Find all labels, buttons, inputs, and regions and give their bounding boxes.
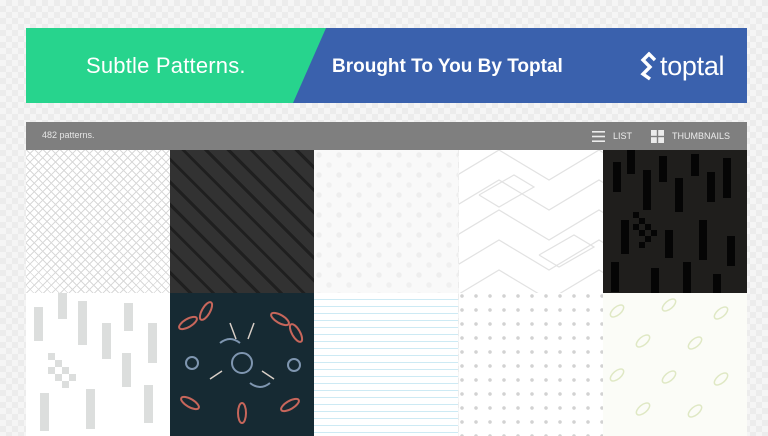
pattern-thumbnail[interactable] xyxy=(603,150,747,293)
thumbnails-view-label: THUMBNAILS xyxy=(672,131,731,141)
black-blocks-pattern-image xyxy=(611,150,735,293)
pattern-thumbnail[interactable] xyxy=(26,150,170,293)
pattern-thumbnail[interactable] xyxy=(314,293,458,436)
leaves-pattern-image xyxy=(609,298,729,418)
pattern-thumbnail[interactable] xyxy=(459,150,603,293)
pattern-thumbnail[interactable] xyxy=(314,150,458,293)
toptal-logo-text: toptal xyxy=(660,50,725,81)
banner-tagline: Brought To You By Toptal xyxy=(332,56,563,77)
banner-title: Subtle Patterns. xyxy=(86,53,246,78)
pattern-thumbnail[interactable] xyxy=(459,293,603,436)
patterns-toolbar: 482 patterns. LIST THUMBNAILS xyxy=(26,122,747,150)
gray-blocks-pattern-image xyxy=(34,293,157,431)
floral-pattern-image xyxy=(178,301,304,424)
pattern-thumbnail[interactable] xyxy=(603,293,747,436)
list-view-button[interactable]: LIST xyxy=(592,122,632,150)
grid-icon xyxy=(651,129,664,143)
toptal-banner[interactable]: Subtle Patterns. Brought To You By Topta… xyxy=(26,28,747,103)
list-icon xyxy=(592,130,605,142)
list-view-label: LIST xyxy=(613,131,633,141)
pattern-thumbnail[interactable] xyxy=(26,293,170,436)
pattern-thumbnail[interactable] xyxy=(170,293,314,436)
thumbnails-view-button[interactable]: THUMBNAILS xyxy=(651,122,730,150)
toptal-logo[interactable]: toptal xyxy=(636,50,725,82)
pattern-thumbnail[interactable] xyxy=(170,150,314,293)
toptal-logo-icon xyxy=(640,51,656,81)
pattern-grid xyxy=(26,150,747,436)
zigzag-pattern-image xyxy=(459,150,603,293)
pattern-count: 482 patterns. xyxy=(42,130,95,140)
